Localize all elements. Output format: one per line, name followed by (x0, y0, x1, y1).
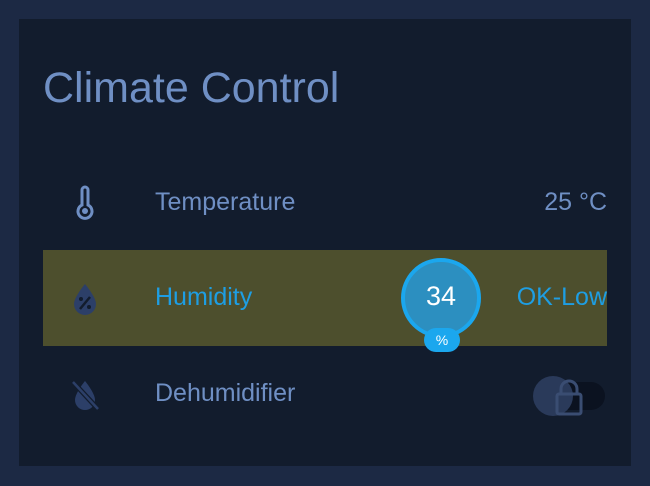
water-off-icon (71, 380, 100, 411)
row-humidity[interactable]: Humidity 34 % OK-Low (43, 250, 607, 352)
row-temperature[interactable]: Temperature 25 °C (43, 155, 607, 251)
dehumidifier-toggle[interactable] (533, 376, 605, 416)
lock-icon (555, 379, 583, 416)
row-dehumidifier[interactable]: Dehumidifier (43, 346, 607, 442)
card-title: Climate Control (43, 64, 340, 112)
row-label: Humidity (155, 283, 253, 311)
climate-card: Climate Control Temperature 25 °C Humidi… (19, 19, 631, 466)
humidity-status: OK-Low (516, 283, 607, 311)
water-percent-icon (74, 284, 96, 315)
temperature-value: 25 °C (544, 188, 607, 216)
row-label: Dehumidifier (155, 379, 296, 407)
row-label: Temperature (155, 188, 296, 216)
thermometer-icon (76, 185, 94, 220)
humidity-badge: 34 % (401, 258, 481, 352)
humidity-badge-value: 34 (425, 281, 457, 311)
